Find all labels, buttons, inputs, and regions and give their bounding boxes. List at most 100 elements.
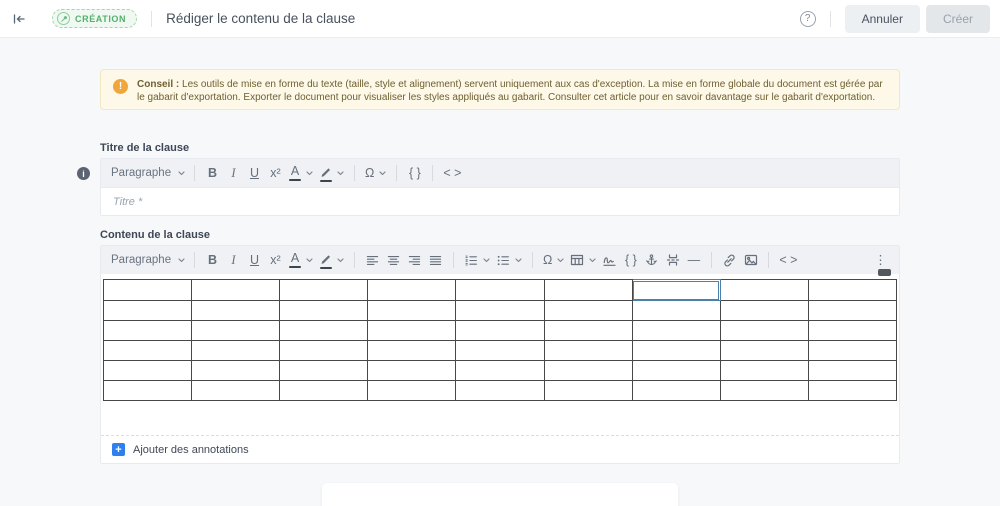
chevron-down-icon [589, 258, 596, 263]
paragraph-style-select[interactable]: Paragraphe [109, 254, 187, 266]
table-cell[interactable] [720, 280, 808, 301]
table-cell[interactable] [192, 301, 280, 321]
table-cell[interactable] [544, 321, 632, 341]
table-cell-selected[interactable] [632, 280, 720, 301]
table-cell[interactable] [368, 280, 456, 301]
align-right-button[interactable] [404, 247, 425, 273]
table-cell[interactable] [192, 361, 280, 381]
add-paragraph-button[interactable]: Ajouter un paragraphe [322, 483, 678, 506]
table-cell[interactable] [544, 341, 632, 361]
table-cell[interactable] [808, 280, 896, 301]
table-cell[interactable] [192, 341, 280, 361]
add-annotations-button[interactable]: + Ajouter des annotations [101, 435, 899, 463]
image-button[interactable] [740, 247, 761, 273]
table-cell[interactable] [632, 301, 720, 321]
page-break-button[interactable] [662, 247, 683, 273]
table-handle[interactable] [878, 269, 891, 276]
table-cell[interactable] [544, 301, 632, 321]
table-cell[interactable] [456, 321, 544, 341]
special-characters-button[interactable]: Ω [362, 160, 389, 186]
create-button[interactable]: Créer [926, 5, 990, 33]
underline-button[interactable]: U [244, 247, 265, 273]
table-cell[interactable] [720, 361, 808, 381]
help-icon[interactable]: ? [800, 11, 816, 27]
table-cell[interactable] [280, 321, 368, 341]
paragraph-style-select[interactable]: Paragraphe [109, 167, 187, 179]
cancel-button[interactable]: Annuler [845, 5, 920, 33]
italic-button[interactable]: I [223, 247, 244, 273]
table-cell[interactable] [104, 361, 192, 381]
table-cell[interactable] [104, 381, 192, 401]
table-cell[interactable] [280, 361, 368, 381]
table-cell[interactable] [456, 341, 544, 361]
table-cell[interactable] [720, 321, 808, 341]
table-cell[interactable] [632, 341, 720, 361]
table-cell[interactable] [456, 301, 544, 321]
insert-table-button[interactable] [567, 247, 599, 273]
info-icon[interactable]: i [77, 167, 90, 180]
editor-empty-space[interactable] [103, 401, 897, 435]
table-cell[interactable] [808, 321, 896, 341]
table-cell[interactable] [368, 381, 456, 401]
align-left-button[interactable] [362, 247, 383, 273]
table-cell[interactable] [808, 341, 896, 361]
table-cell[interactable] [808, 361, 896, 381]
table-cell[interactable] [280, 301, 368, 321]
table-cell[interactable] [544, 280, 632, 301]
bold-button[interactable]: B [202, 160, 223, 186]
font-color-button[interactable]: A [286, 247, 316, 273]
table-cell[interactable] [368, 321, 456, 341]
font-color-button[interactable]: A [286, 160, 316, 186]
special-characters-button[interactable]: Ω [540, 247, 567, 273]
table-cell[interactable] [368, 361, 456, 381]
content-editing-area[interactable] [101, 274, 899, 435]
collapse-left-icon[interactable] [6, 6, 32, 32]
table-cell[interactable] [104, 321, 192, 341]
anchor-button[interactable] [641, 247, 662, 273]
insert-variable-icon: { } [409, 167, 421, 180]
align-center-button[interactable] [383, 247, 404, 273]
table-cell[interactable] [720, 341, 808, 361]
link-button[interactable] [719, 247, 740, 273]
table-cell[interactable] [104, 280, 192, 301]
insert-variable-button[interactable]: { } [620, 247, 641, 273]
table-cell[interactable] [192, 280, 280, 301]
horizontal-rule-button[interactable]: — [683, 247, 704, 273]
table-cell[interactable] [544, 381, 632, 401]
table-cell[interactable] [280, 280, 368, 301]
table-cell[interactable] [456, 361, 544, 381]
table-cell[interactable] [280, 341, 368, 361]
clause-title-input[interactable] [101, 187, 899, 215]
table-cell[interactable] [544, 361, 632, 381]
bullet-list-button[interactable] [493, 247, 525, 273]
italic-button[interactable]: I [223, 160, 244, 186]
table-cell[interactable] [280, 381, 368, 401]
signature-button[interactable] [599, 247, 620, 273]
underline-button[interactable]: U [244, 160, 265, 186]
table-cell[interactable] [104, 341, 192, 361]
superscript-button[interactable]: x² [265, 160, 286, 186]
table-cell[interactable] [720, 381, 808, 401]
highlight-color-button[interactable] [316, 160, 347, 186]
table-cell[interactable] [456, 280, 544, 301]
table-cell[interactable] [808, 381, 896, 401]
table-cell[interactable] [192, 321, 280, 341]
table-cell[interactable] [456, 381, 544, 401]
source-code-button[interactable]: < > [776, 247, 800, 273]
numbered-list-button[interactable] [461, 247, 493, 273]
bold-button[interactable]: B [202, 247, 223, 273]
insert-variable-button[interactable]: { } [404, 160, 425, 186]
table-cell[interactable] [368, 301, 456, 321]
table-cell[interactable] [368, 341, 456, 361]
table-cell[interactable] [192, 381, 280, 401]
align-justify-button[interactable] [425, 247, 446, 273]
table-cell[interactable] [808, 301, 896, 321]
highlight-color-button[interactable] [316, 247, 347, 273]
table-cell[interactable] [632, 321, 720, 341]
table-cell[interactable] [720, 301, 808, 321]
source-code-button[interactable]: < > [440, 160, 464, 186]
table-cell[interactable] [632, 381, 720, 401]
table-cell[interactable] [104, 301, 192, 321]
superscript-button[interactable]: x² [265, 247, 286, 273]
table-cell[interactable] [632, 361, 720, 381]
